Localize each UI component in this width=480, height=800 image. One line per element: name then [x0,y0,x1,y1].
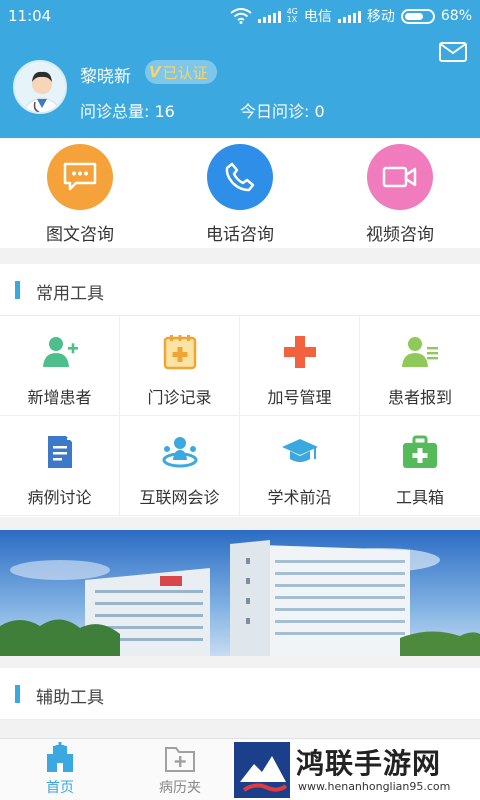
watermark-url: www.henanhonglian95.com [298,780,451,793]
toolbox-icon [403,435,437,468]
nav-records-label: 病历夹 [159,780,201,796]
signal-icon-2 [337,9,361,23]
tool-plus-management[interactable]: 加号管理 [240,316,360,416]
case-document-icon [47,436,73,468]
profile-header: 黎晓新 V 已认证 问诊总量: 16 今日问诊: 0 [0,32,480,138]
mail-icon[interactable] [439,42,467,62]
today-consultations: 今日问诊: 0 [240,102,325,121]
watermark-logo [234,742,290,798]
total-consultations: 问诊总量: 16 [80,102,175,121]
assist-tools-header: 辅助工具 [0,668,480,720]
patient-checkin-icon [402,337,438,367]
section-accent-bar [15,281,20,299]
tool-case-discussion[interactable]: 病例讨论 [0,416,120,516]
tool-plus-management-label: 加号管理 [267,388,332,407]
online-consultation-icon [162,437,197,468]
assist-tools-title: 辅助工具 [36,688,104,708]
hospital-home-icon [47,742,73,772]
video-icon [382,166,417,188]
doctor-avatar-image [15,62,65,112]
signal-icon [257,9,281,23]
tool-toolbox-label: 工具箱 [395,488,444,507]
tool-toolbox[interactable]: 工具箱 [360,416,480,516]
nav-home-label: 首页 [46,780,74,796]
consult-options: 图文咨询 电话咨询 视频咨询 [0,138,480,248]
tool-clinic-record[interactable]: 门诊记录 [120,316,240,416]
battery-percent: 68% [440,8,472,24]
graduation-cap-icon [281,439,318,462]
tool-add-patient[interactable]: 新增患者 [0,316,120,416]
consult-phone-label: 电话咨询 [206,225,274,245]
app-screen: 11:04 4G 1X 电信 移动 68% 黎晓新 V 已认证 问诊总量: 16… [0,0,480,800]
tool-online-consultation-label: 互联网会诊 [139,488,220,507]
section-accent-bar-2 [15,685,20,703]
tool-patient-checkin-label: 患者报到 [387,388,452,407]
status-icons: 4G 1X 电信 移动 68% [229,6,472,26]
tool-patient-checkin[interactable]: 患者报到 [360,316,480,416]
common-tools-header: 常用工具 [0,264,480,316]
consult-phone-circle [207,144,273,210]
status-bar: 11:04 4G 1X 电信 移动 68% [0,0,480,32]
tool-case-discussion-label: 病例讨论 [27,488,92,507]
battery-icon [400,8,435,24]
tools-grid: 新增患者 门诊记录 加号管理 患者报到 病例讨论 互联网会诊 学术前沿 工具箱 [0,316,480,517]
clinic-record-icon [163,335,196,370]
plus-icon [283,336,316,368]
chat-bubble-icon [63,162,97,191]
watermark-title: 鸿联手游网 [296,747,442,780]
consult-image-text-label: 图文咨询 [46,225,114,245]
network-type: 4G 1X [286,7,298,24]
carrier-1: 电信 [303,9,332,25]
consult-image-text-circle [47,144,113,210]
tool-academic-frontier[interactable]: 学术前沿 [240,416,360,516]
consult-video-circle [367,144,433,210]
tool-academic-frontier-label: 学术前沿 [267,488,332,507]
doctor-avatar[interactable] [13,60,67,114]
doctor-name: 黎晓新 [80,67,131,87]
phone-icon [225,162,255,192]
consult-image-text[interactable]: 图文咨询 [0,138,160,248]
tool-add-patient-label: 新增患者 [27,388,92,407]
status-time: 11:04 [8,7,52,25]
site-watermark: 鸿联手游网 www.henanhonglian95.com [232,740,480,800]
consult-video[interactable]: 视频咨询 [320,138,480,248]
folder-add-icon [165,747,195,772]
carrier-2: 移动 [366,9,395,25]
tool-online-consultation[interactable]: 互联网会诊 [120,416,240,516]
hospital-banner[interactable] [0,530,480,656]
common-tools-title: 常用工具 [36,284,104,304]
hospital-building-image [0,530,480,656]
consult-phone[interactable]: 电话咨询 [160,138,320,248]
nav-home[interactable]: 首页 [0,739,120,800]
wifi-icon [229,8,252,24]
verified-icon: V [149,63,161,81]
add-patient-icon [42,337,78,367]
verified-badge: V 已认证 [145,60,217,84]
tool-clinic-record-label: 门诊记录 [147,388,212,407]
consult-video-label: 视频咨询 [366,225,434,245]
nav-records[interactable]: 病历夹 [120,739,240,800]
